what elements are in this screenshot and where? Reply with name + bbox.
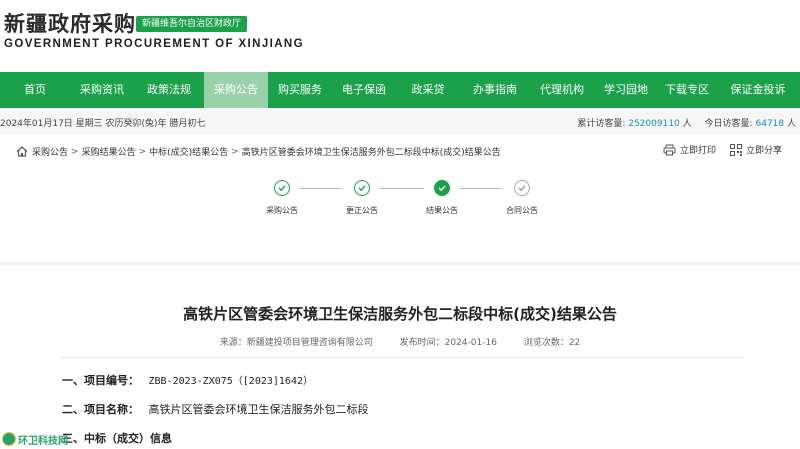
nav-item-announcements[interactable]: 采购公告 bbox=[204, 72, 268, 108]
nav-item-loan[interactable]: 政采贷 bbox=[396, 72, 460, 108]
breadcrumb-item-announcements[interactable]: 采购公告 bbox=[32, 145, 68, 158]
project-name-value: 高铁片区管委会环境卫生保洁服务外包二标段 bbox=[148, 403, 369, 416]
step-connector bbox=[300, 188, 342, 189]
watermark-text: 环卫科技网 bbox=[18, 435, 68, 447]
info-bar: 2024年01月17日 星期三 农历癸卯(兔)年 腊月初七 累计访客量: 252… bbox=[0, 108, 800, 134]
document-title: 高铁片区管委会环境卫生保洁服务外包二标段中标(成交)结果公告 bbox=[183, 305, 617, 323]
today-visits-unit: 人 bbox=[786, 119, 796, 129]
section-heading: 三、中标（成交）信息 bbox=[62, 432, 172, 445]
main-nav: 首页 采购资讯 政策法规 采购公告 购买服务 电子保函 政采贷 办事指南 代理机… bbox=[0, 72, 800, 108]
progress-steps: 采购公告 更正公告 结果公告 合同公告 bbox=[262, 180, 552, 220]
watermark: 环卫科技网 bbox=[2, 431, 68, 447]
nav-item-e-guarantee[interactable]: 电子保函 bbox=[332, 72, 396, 108]
breadcrumb-item-current: 高铁片区管委会环境卫生保洁服务外包二标段中标(成交)结果公告 bbox=[241, 148, 501, 158]
step-label: 合同公告 bbox=[506, 206, 538, 215]
site-logo-subtitle: GOVERNMENT PROCUREMENT OF XINJIANG bbox=[4, 38, 304, 50]
nav-item-guide[interactable]: 办事指南 bbox=[460, 72, 530, 108]
visitor-counter: 累计访客量: 252009110 人 今日访客量: 64718 人 bbox=[577, 116, 796, 129]
document-views: 浏览次数：22 bbox=[523, 338, 581, 348]
document-published: 发布时间：2024-01-16 bbox=[399, 338, 497, 348]
nav-item-downloads[interactable]: 下载专区 bbox=[658, 72, 716, 108]
today-visits-label: 今日访客量: bbox=[704, 119, 753, 129]
qr-code-icon bbox=[729, 143, 742, 156]
site-logo-badge: 新疆维吾尔自治区财政厅 bbox=[136, 16, 248, 32]
nav-item-agencies[interactable]: 代理机构 bbox=[530, 72, 594, 108]
total-visits-label: 累计访客量: bbox=[577, 119, 626, 129]
nav-item-policy[interactable]: 政策法规 bbox=[134, 72, 204, 108]
nav-item-purchase-services[interactable]: 购买服务 bbox=[268, 72, 332, 108]
date-text: 2024年01月17日 星期三 农历癸卯(兔)年 腊月初七 bbox=[0, 119, 206, 129]
nav-item-home[interactable]: 首页 bbox=[0, 72, 70, 108]
site-logo-title[interactable]: 新疆政府采购 bbox=[4, 8, 136, 38]
breadcrumb-separator: > bbox=[71, 146, 79, 157]
section-heading: 一、项目编号： bbox=[62, 374, 139, 387]
project-number-value: ZBB-2023-ZX075（[2023]1642） bbox=[148, 376, 314, 387]
watermark-logo-icon bbox=[2, 432, 16, 446]
printer-icon bbox=[663, 144, 676, 155]
step-label: 采购公告 bbox=[266, 206, 298, 215]
document-meta: 来源：新疆建投项目管理咨询有限公司 发布时间：2024-01-16 浏览次数：2… bbox=[0, 335, 800, 348]
breadcrumb-separator: > bbox=[138, 146, 147, 157]
share-button[interactable]: 立即分享 bbox=[729, 143, 782, 156]
section-project-name: 二、项目名称： 高铁片区管委会环境卫生保洁服务外包二标段 bbox=[62, 401, 369, 417]
step-1-check-icon bbox=[274, 180, 290, 196]
step-connector bbox=[380, 188, 424, 189]
home-icon[interactable] bbox=[16, 146, 28, 157]
nav-item-news[interactable]: 采购资讯 bbox=[70, 72, 134, 108]
breadcrumb-item-award-results[interactable]: 中标(成交)结果公告 bbox=[149, 145, 228, 158]
share-label: 立即分享 bbox=[745, 146, 782, 156]
breadcrumb-separator: > bbox=[231, 146, 239, 157]
total-visits-value: 252009110 bbox=[628, 119, 680, 129]
section-heading: 二、项目名称： bbox=[62, 403, 139, 416]
breadcrumb: 采购公告 > 采购结果公告 > 中标(成交)结果公告 > 高铁片区管委会环境卫生… bbox=[16, 145, 501, 158]
document-source: 来源：新疆建投项目管理咨询有限公司 bbox=[219, 338, 373, 348]
total-visits-unit: 人 bbox=[682, 119, 692, 129]
step-4-check-icon bbox=[514, 180, 530, 196]
print-label: 立即打印 bbox=[679, 146, 716, 156]
page-tools: 立即打印 立即分享 bbox=[649, 143, 782, 156]
nav-item-deposit-complaint[interactable]: 保证金投诉 bbox=[716, 72, 800, 108]
site-header: 新疆政府采购 新疆维吾尔自治区财政厅 GOVERNMENT PROCUREMEN… bbox=[0, 0, 800, 72]
today-visits-value: 64718 bbox=[755, 119, 785, 129]
print-button[interactable]: 立即打印 bbox=[663, 143, 716, 156]
step-2-check-icon bbox=[354, 180, 370, 196]
step-label: 结果公告 bbox=[426, 206, 458, 215]
step-connector bbox=[460, 188, 502, 189]
step-3-check-icon bbox=[434, 180, 450, 196]
breadcrumb-bar: 采购公告 > 采购结果公告 > 中标(成交)结果公告 > 高铁片区管委会环境卫生… bbox=[8, 140, 792, 162]
section-project-number: 一、项目编号： ZBB-2023-ZX075（[2023]1642） bbox=[62, 372, 313, 388]
breadcrumb-item-results[interactable]: 采购结果公告 bbox=[82, 145, 136, 158]
divider bbox=[60, 357, 744, 358]
nav-item-learning[interactable]: 学习园地 bbox=[594, 72, 658, 108]
section-award-info: 三、中标（成交）信息 bbox=[62, 430, 172, 446]
step-label: 更正公告 bbox=[346, 206, 378, 215]
